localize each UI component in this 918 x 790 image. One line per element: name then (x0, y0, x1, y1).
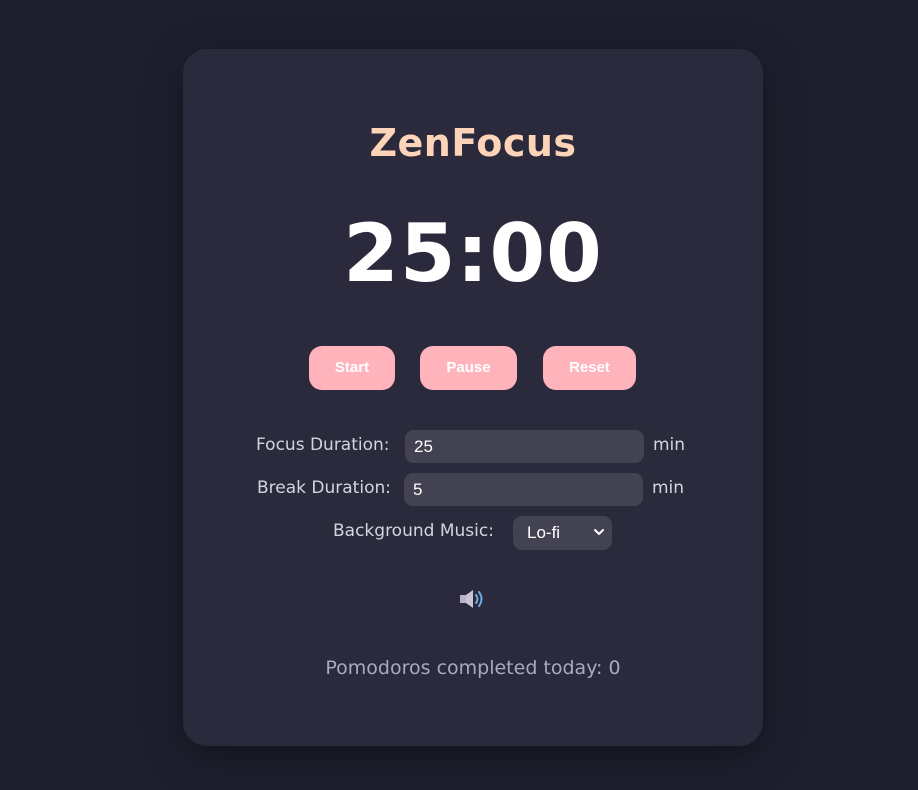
focus-duration-label: Focus Duration: (256, 435, 390, 455)
break-duration-input[interactable]: 5 (404, 473, 643, 506)
pause-button[interactable]: Pause (420, 346, 517, 390)
background-music-value: Lo-fi (527, 523, 561, 542)
timer-display: 25:00 (343, 207, 603, 300)
speaker-icon[interactable] (459, 587, 487, 611)
focus-duration-unit: min (653, 435, 686, 455)
break-duration-unit: min (652, 478, 685, 498)
break-duration-label: Break Duration: (257, 478, 391, 498)
pomodoros-completed: Pomodoros completed today: 0 (325, 657, 621, 679)
background-music-label: Background Music: (333, 521, 494, 541)
background-music-select[interactable]: Lo-fi (513, 516, 612, 550)
timer-card: ZenFocus 25:00 Start Pause Reset Focus D… (183, 49, 763, 746)
focus-duration-input[interactable]: 25 (405, 430, 644, 463)
app-title: ZenFocus (369, 121, 577, 165)
reset-button[interactable]: Reset (543, 346, 636, 390)
chevron-down-icon (594, 529, 604, 535)
start-button[interactable]: Start (309, 346, 395, 390)
